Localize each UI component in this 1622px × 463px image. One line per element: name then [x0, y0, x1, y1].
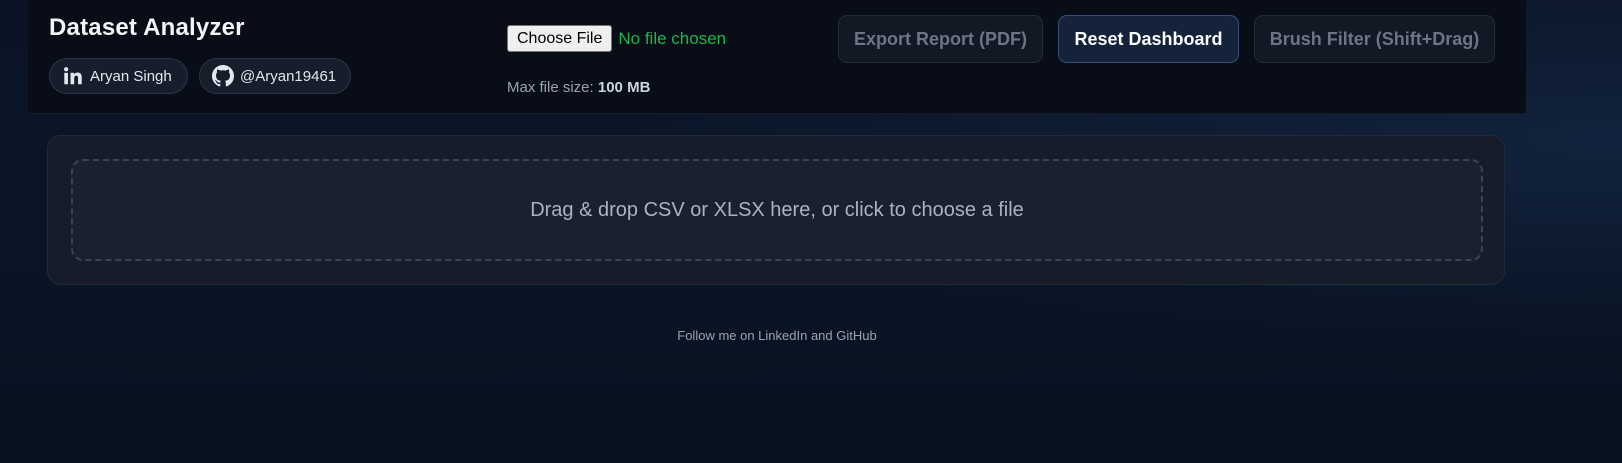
choose-file-button[interactable]: Choose File — [507, 25, 613, 52]
upload-panel: Drag & drop CSV or XLSX here, or click t… — [47, 135, 1505, 285]
file-dropzone[interactable]: Drag & drop CSV or XLSX here, or click t… — [71, 159, 1483, 261]
brush-filter-button[interactable]: Brush Filter (Shift+Drag) — [1254, 15, 1495, 63]
linkedin-icon — [62, 65, 84, 87]
top-header: Dataset Analyzer Aryan Singh @Aryan19461… — [28, 0, 1526, 114]
footer-note: Follow me on LinkedIn and GitHub — [677, 328, 877, 343]
file-input: Choose File No file chosen — [507, 25, 726, 52]
github-label: @Aryan19461 — [240, 67, 337, 85]
max-size-value: 100 MB — [597, 79, 651, 96]
github-link[interactable]: @Aryan19461 — [199, 58, 351, 94]
max-file-size-note: Max file size: 100 MB — [507, 79, 650, 96]
reset-dashboard-button[interactable]: Reset Dashboard — [1058, 15, 1239, 63]
export-report-button[interactable]: Export Report (PDF) — [838, 15, 1043, 63]
max-size-label: Max file size: — [507, 79, 594, 96]
file-status-text: No file chosen — [618, 28, 727, 48]
github-icon — [212, 65, 234, 87]
app-container: Dataset Analyzer Aryan Singh @Aryan19461… — [28, 0, 1526, 463]
app-title: Dataset Analyzer — [49, 14, 245, 41]
linkedin-link[interactable]: Aryan Singh — [49, 58, 188, 94]
linkedin-label: Aryan Singh — [90, 67, 172, 85]
